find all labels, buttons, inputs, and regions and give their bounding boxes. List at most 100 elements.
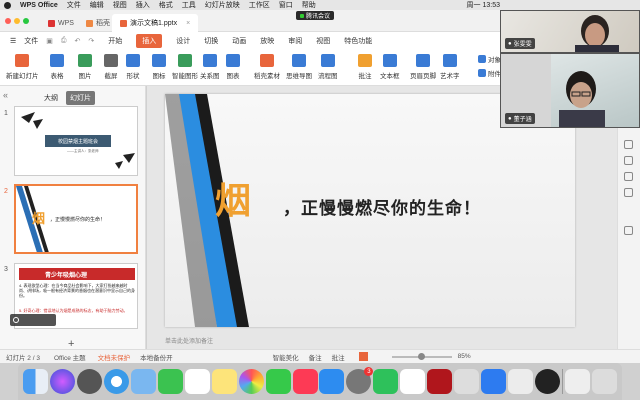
- mac-menu-workspace[interactable]: 工作区: [249, 0, 270, 10]
- photos-icon[interactable]: [238, 369, 264, 394]
- comment-toggle[interactable]: 批注: [332, 352, 345, 362]
- facetime-icon[interactable]: [157, 369, 183, 394]
- backup-status[interactable]: 本地备份开: [140, 352, 173, 362]
- ribbon-button[interactable]: 智能图形: [172, 54, 198, 80]
- calendar-icon[interactable]: [184, 369, 210, 394]
- ribbon-tab[interactable]: 放映: [260, 36, 274, 46]
- finder-icon[interactable]: [22, 369, 48, 394]
- flash-player-icon[interactable]: [427, 369, 453, 394]
- mac-menu-tools[interactable]: 工具: [182, 0, 196, 10]
- ribbon-button[interactable]: 形状: [126, 54, 140, 80]
- redo-icon[interactable]: ↷: [88, 37, 94, 45]
- undo-icon[interactable]: ↶: [75, 37, 81, 45]
- app-store-icon[interactable]: [319, 369, 345, 394]
- ribbon-button[interactable]: 批注: [358, 54, 372, 80]
- ribbon-button[interactable]: 新建幻灯片: [6, 54, 39, 80]
- messages-icon[interactable]: [265, 369, 291, 394]
- protect-status[interactable]: 文档未保护: [98, 352, 131, 362]
- tab-wps[interactable]: WPS: [40, 14, 82, 32]
- play-icon[interactable]: [358, 352, 368, 361]
- save-icon[interactable]: ▣: [46, 37, 53, 45]
- music-icon[interactable]: [292, 369, 318, 394]
- notes-toggle[interactable]: 备注: [309, 352, 322, 362]
- system-preferences-icon[interactable]: 3: [346, 367, 374, 394]
- ribbon-tab[interactable]: 切换: [204, 36, 218, 46]
- ribbon-button[interactable]: 图表: [226, 54, 240, 80]
- ribbon-button[interactable]: 流程图: [318, 54, 338, 80]
- mac-menu-file[interactable]: 文件: [67, 0, 81, 10]
- ribbon-tab[interactable]: 特色功能: [344, 36, 372, 46]
- launchpad-icon[interactable]: [76, 369, 102, 394]
- current-slide[interactable]: 烟 ，正慢慢燃尽你的生命！: [165, 94, 575, 327]
- video-tile-1[interactable]: ● 张雯雯: [500, 10, 640, 53]
- zoom-thumb[interactable]: [417, 352, 425, 360]
- ribbon-button[interactable]: 图标: [152, 54, 166, 80]
- wps-office-icon[interactable]: [400, 369, 426, 394]
- ribbon-button[interactable]: 页眉页脚: [410, 54, 436, 80]
- mail-icon[interactable]: [130, 369, 156, 394]
- participant-name: 董子涵: [513, 117, 532, 123]
- wechat-icon[interactable]: [373, 369, 399, 394]
- ribbon-button[interactable]: 截屏: [104, 54, 118, 80]
- siri-icon[interactable]: [49, 369, 75, 394]
- close-button[interactable]: [5, 18, 11, 24]
- downloads-stack-icon[interactable]: [564, 369, 590, 394]
- zoom-button[interactable]: [23, 18, 29, 24]
- ribbon-button[interactable]: 思维导图: [286, 54, 312, 80]
- ribbon-icon: [178, 54, 192, 67]
- collapse-panel-icon[interactable]: «: [3, 90, 8, 100]
- mac-menu-edit[interactable]: 编辑: [90, 0, 104, 10]
- design-icon[interactable]: [624, 188, 633, 197]
- ribbon-button[interactable]: 对象: [478, 54, 501, 64]
- picture-app-icon[interactable]: [508, 369, 534, 394]
- mac-menu-view[interactable]: 视图: [113, 0, 127, 10]
- mac-menu-insert[interactable]: 插入: [136, 0, 150, 10]
- tab-document[interactable]: 演示文稿1.pptx ×: [112, 14, 199, 32]
- zoom-slider[interactable]: [391, 352, 452, 360]
- ribbon-tab[interactable]: 开始: [108, 36, 122, 46]
- ribbon-button[interactable]: 表格: [50, 54, 64, 80]
- slide-thumbnail-1[interactable]: 校园禁烟主题班会 ——主讲人：张老师: [14, 106, 138, 176]
- property-icon[interactable]: [624, 140, 633, 149]
- meeting-pill[interactable]: 腾讯会议: [296, 11, 335, 20]
- menu-file[interactable]: 文件: [24, 36, 38, 46]
- zoom-level[interactable]: 85%: [458, 353, 471, 360]
- ribbon-button[interactable]: 文本框: [380, 54, 400, 80]
- mac-menu-window[interactable]: 窗口: [279, 0, 293, 10]
- slide-thumbnail-2[interactable]: 烟 ，正慢慢燃尽你的生命！: [14, 184, 138, 254]
- hamburger-icon[interactable]: ☰: [10, 37, 16, 45]
- tab-slides[interactable]: 幻灯片: [66, 91, 95, 105]
- ribbon-button[interactable]: 关系图: [200, 54, 220, 80]
- trash-icon[interactable]: [591, 369, 617, 394]
- safari-icon[interactable]: [103, 369, 129, 394]
- ribbon-tab[interactable]: 插入: [136, 34, 163, 48]
- mac-menu-app[interactable]: WPS Office: [20, 2, 58, 9]
- settings-icon[interactable]: [624, 226, 633, 235]
- ribbon-tab[interactable]: 视图: [316, 36, 330, 46]
- notes-icon[interactable]: [211, 369, 237, 394]
- tencent-meeting-icon[interactable]: [481, 369, 507, 394]
- chat-overlay[interactable]: [10, 314, 56, 326]
- minimize-button[interactable]: [14, 18, 20, 24]
- print-icon[interactable]: ⎙: [61, 37, 67, 45]
- tab-outline[interactable]: 大纲: [40, 91, 62, 105]
- ribbon-button[interactable]: 图片: [78, 54, 92, 80]
- ribbon-button[interactable]: 艺术字: [440, 54, 460, 80]
- ribbon-tab[interactable]: 动画: [232, 36, 246, 46]
- animation-icon[interactable]: [624, 156, 633, 165]
- ribbon-tab[interactable]: 设计: [176, 36, 190, 46]
- qq-icon[interactable]: [535, 369, 561, 394]
- ribbon-button[interactable]: 附件: [478, 68, 501, 78]
- apple-icon[interactable]: [4, 1, 11, 9]
- ribbon-button[interactable]: 稻壳素材: [254, 54, 280, 80]
- mac-menu-format[interactable]: 格式: [159, 0, 173, 10]
- video-tile-2[interactable]: ● 董子涵: [500, 53, 640, 128]
- mac-menu-slideshow[interactable]: 幻灯片放映: [205, 0, 240, 10]
- ribbon-tab[interactable]: 审阅: [288, 36, 302, 46]
- smart-beautify[interactable]: 智能美化: [273, 352, 299, 362]
- photo-viewer-icon[interactable]: [454, 369, 480, 394]
- notes-placeholder[interactable]: 单击此处添加备注: [165, 336, 213, 345]
- close-tab-icon[interactable]: ×: [186, 20, 190, 27]
- transition-icon[interactable]: [624, 172, 633, 181]
- mac-menu-help[interactable]: 帮助: [302, 0, 316, 10]
